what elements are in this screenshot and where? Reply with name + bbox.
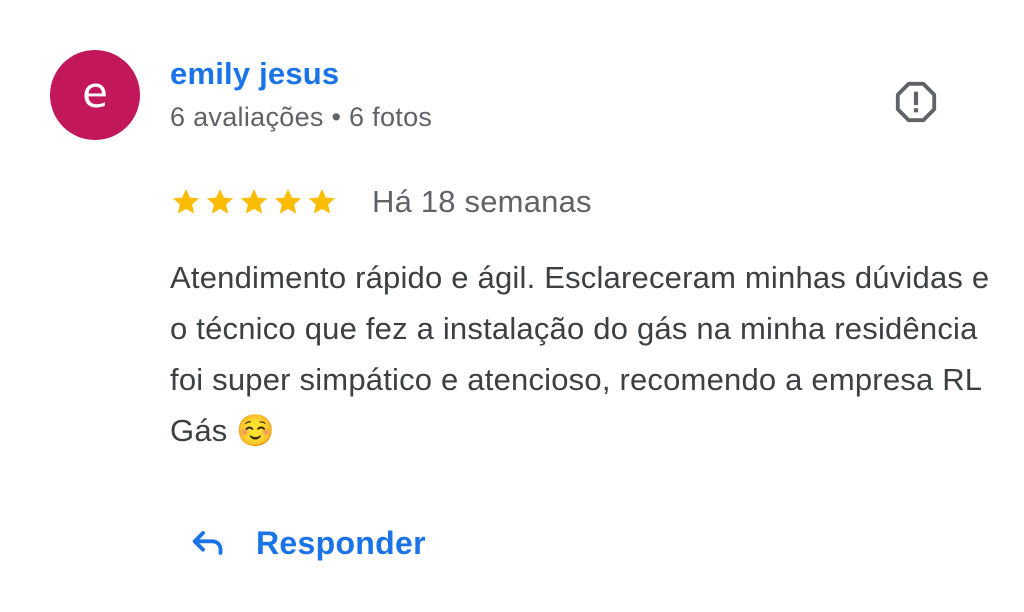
star-filled-icon: [308, 189, 336, 214]
avatar[interactable]: e: [50, 50, 140, 140]
reviewer-meta: 6 avaliações • 6 fotos: [170, 102, 433, 132]
avatar-letter: e: [82, 68, 108, 117]
star-filled-icon: [172, 189, 200, 214]
reply-button[interactable]: Responder: [188, 518, 426, 568]
report-button[interactable]: [890, 76, 942, 128]
review-text: Atendimento rápido e ágil. Esclareceram …: [170, 260, 990, 448]
review-date: Há 18 semanas: [372, 184, 592, 219]
reviewer-name-link[interactable]: emily jesus: [170, 56, 339, 92]
report-octagon-icon: [895, 81, 937, 123]
star-filled-icon: [240, 189, 268, 214]
rating-row: Há 18 semanas: [170, 178, 592, 226]
star-rating: [170, 186, 338, 218]
reply-arrow-icon: [192, 531, 223, 555]
star-filled-icon: [206, 189, 234, 214]
star-filled-icon: [274, 189, 302, 214]
reply-button-label: Responder: [256, 524, 426, 561]
